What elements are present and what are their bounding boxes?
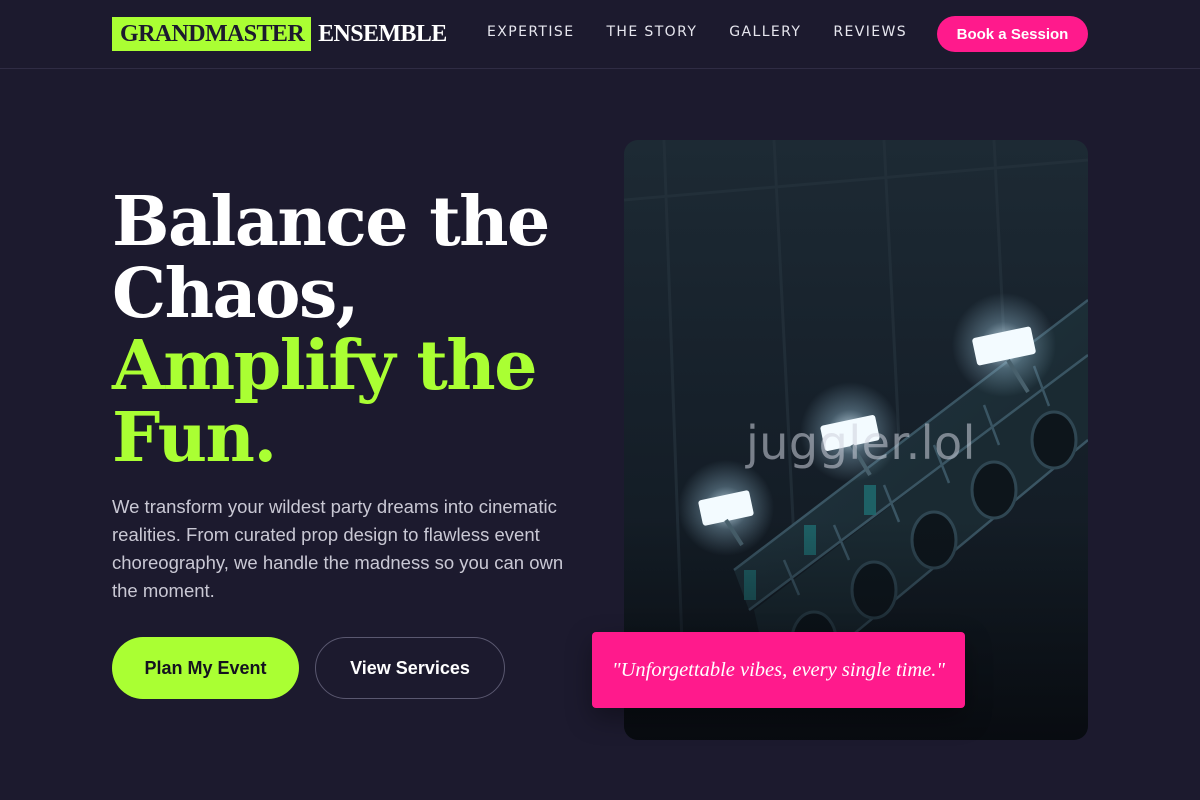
main-nav: EXPERTISE THE STORY GALLERY REVIEWS [487, 22, 907, 42]
logo-primary-text: GRANDMASTER [112, 17, 312, 51]
watermark-text: juggler.lol [746, 416, 976, 470]
hero-headline: Balance the Chaos, Amplify the Fun. [112, 186, 592, 474]
nav-item-expertise[interactable]: EXPERTISE [487, 22, 574, 42]
hero-description: We transform your wildest party dreams i… [112, 496, 564, 601]
brand-logo[interactable]: GRANDMASTER ENSEMBLE [112, 17, 447, 51]
headline-line-3: Amplify the [112, 326, 537, 406]
book-session-button[interactable]: Book a Session [937, 16, 1088, 52]
site-header: GRANDMASTER ENSEMBLE EXPERTISE THE STORY… [0, 0, 1200, 69]
nav-item-the-story[interactable]: THE STORY [606, 22, 697, 42]
plan-event-button[interactable]: Plan My Event [112, 637, 299, 699]
logo-secondary-text: ENSEMBLE [318, 20, 447, 47]
headline-line-1: Balance the [112, 182, 550, 262]
nav-item-gallery[interactable]: GALLERY [729, 22, 801, 42]
view-services-button[interactable]: View Services [315, 637, 505, 699]
testimonial-quote: "Unforgettable vibes, every single time.… [612, 658, 945, 681]
nav-item-reviews[interactable]: REVIEWS [833, 22, 907, 42]
headline-line-2: Chaos, [112, 254, 359, 334]
headline-line-4: Fun. [112, 398, 277, 478]
testimonial-quote-box: "Unforgettable vibes, every single time.… [592, 632, 965, 708]
